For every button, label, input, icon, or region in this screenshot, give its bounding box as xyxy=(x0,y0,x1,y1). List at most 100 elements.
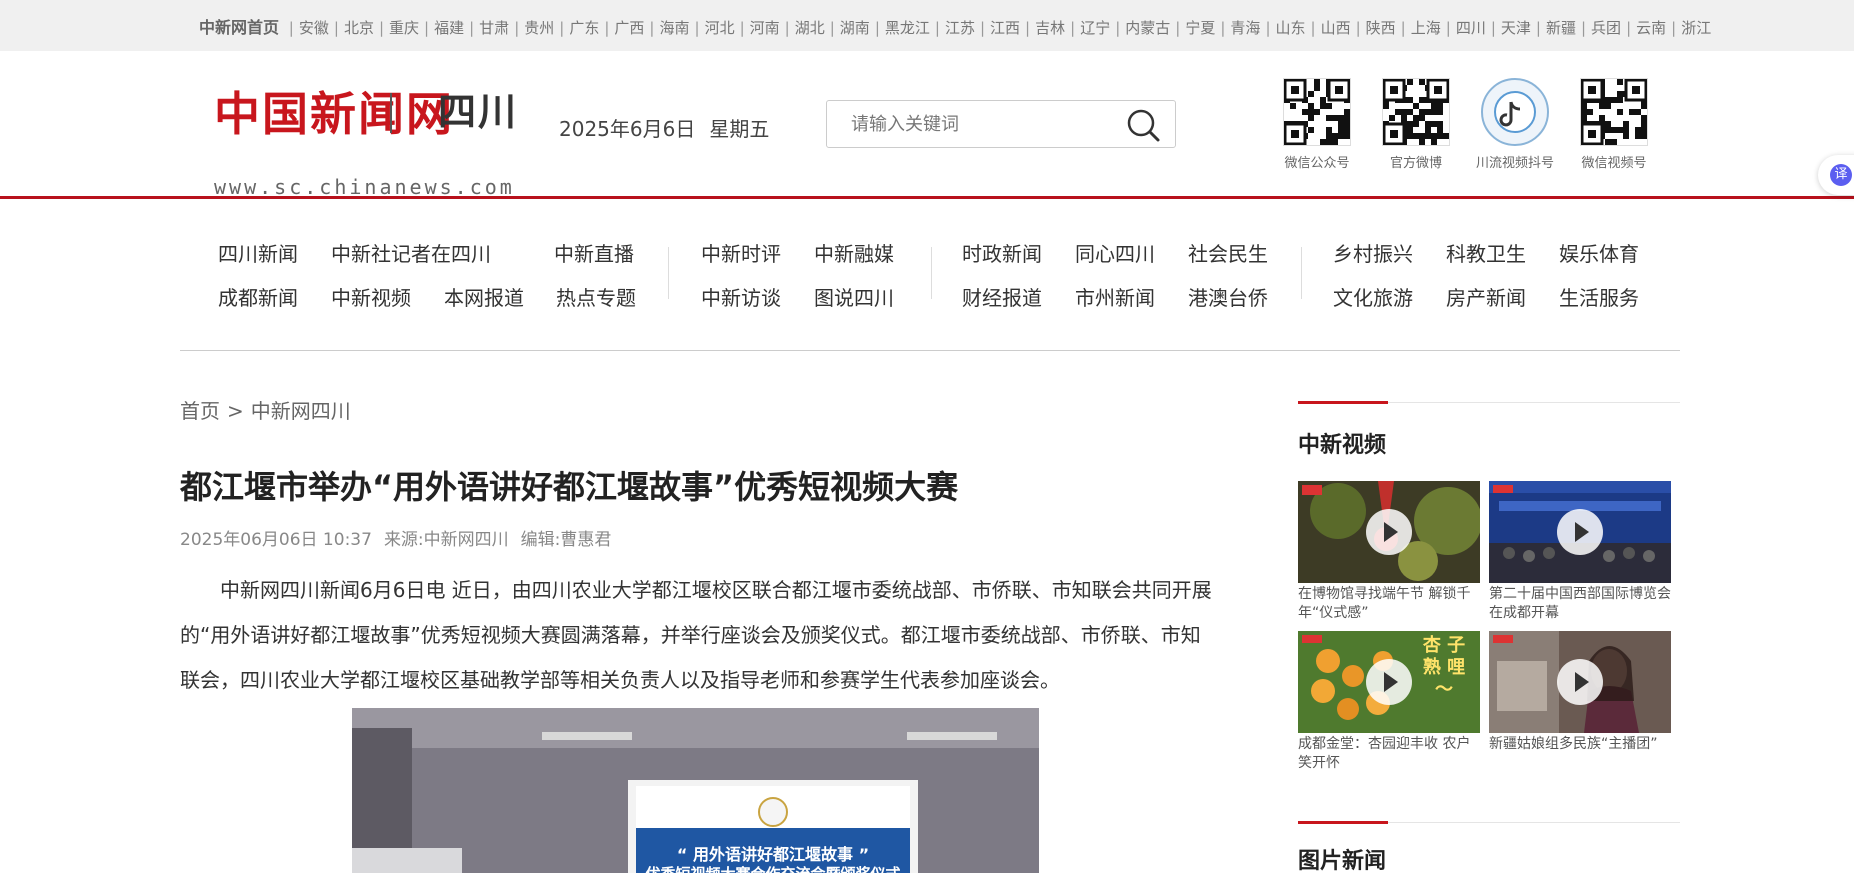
nav-item[interactable]: 文化旅游 xyxy=(1333,282,1413,311)
province-link[interactable]: 四川 xyxy=(1456,19,1486,37)
nav-item[interactable]: 中新时评 xyxy=(701,238,781,267)
douyin-logo-icon xyxy=(1481,78,1549,146)
nav-item[interactable]: 成都新闻 xyxy=(218,282,298,311)
publish-time: 2025年06月06日 10:37 xyxy=(180,530,372,550)
nav-item[interactable]: 社会民生 xyxy=(1188,238,1268,267)
nav-item[interactable]: 市州新闻 xyxy=(1075,282,1155,311)
province-link[interactable]: 河南 xyxy=(750,19,780,37)
province-link[interactable]: 青海 xyxy=(1230,19,1260,37)
nav-item[interactable]: 本网报道 xyxy=(444,282,524,311)
nav-item[interactable]: 中新社记者在四川 xyxy=(331,238,491,267)
video-section-title[interactable]: 中新视频 xyxy=(1298,427,1386,459)
nav-item[interactable]: 科教卫生 xyxy=(1446,238,1526,267)
qr-code-icon xyxy=(1382,78,1450,146)
province-link[interactable]: 湖北 xyxy=(795,19,825,37)
site-logo[interactable]: 中国新闻网 四川 www.sc.chinanews.com xyxy=(214,87,519,199)
province-link[interactable]: 贵州 xyxy=(524,19,554,37)
province-link[interactable]: 云南 xyxy=(1636,19,1666,37)
article-paragraph: 中新网四川新闻6月6日电 近日，由四川农业大学都江堰校区联合都江堰市委统战部、市… xyxy=(180,578,1212,692)
nav-item[interactable]: 图说四川 xyxy=(814,282,894,311)
photo-section-title[interactable]: 图片新闻 xyxy=(1298,843,1386,873)
province-link[interactable]: 重庆 xyxy=(389,19,419,37)
nav-item[interactable]: 房产新闻 xyxy=(1446,282,1526,311)
nav-item[interactable]: 财经报道 xyxy=(962,282,1042,311)
province-separator: | xyxy=(1355,19,1361,37)
province-separator: | xyxy=(1115,19,1121,37)
qr-douyin[interactable]: 川流视频抖号 xyxy=(1475,78,1555,171)
province-separator: | xyxy=(829,19,835,37)
nav-item[interactable]: 热点专题 xyxy=(556,282,636,311)
province-link[interactable]: 辽宁 xyxy=(1080,19,1110,37)
nav-divider-line xyxy=(180,350,1680,351)
province-link[interactable]: 甘肃 xyxy=(479,19,509,37)
video-card-apricot[interactable]: 杏 子 熟 哩 ～ 成都金堂：杏园迎丰收 农户笑开怀 xyxy=(1298,631,1480,775)
province-link[interactable]: 陕西 xyxy=(1366,19,1396,37)
nav-item[interactable]: 乡村振兴 xyxy=(1333,238,1413,267)
province-link[interactable]: 河北 xyxy=(705,19,735,37)
province-link[interactable]: 吉林 xyxy=(1035,19,1065,37)
nav-item[interactable]: 娱乐体育 xyxy=(1559,238,1639,267)
province-link[interactable]: 浙江 xyxy=(1681,19,1711,37)
province-separator: | xyxy=(469,19,475,37)
nav-group-divider xyxy=(1301,247,1302,299)
sidebar-video-section: 中新视频 在博物馆寻找端午节 解锁千年“仪式感” 第二十届中国西部国际博览会在成… xyxy=(1298,401,1680,792)
province-separator: | xyxy=(1490,19,1496,37)
video-card-dragon-boat[interactable]: 在博物馆寻找端午节 解锁千年“仪式感” xyxy=(1298,481,1480,625)
nav-item[interactable]: 中新直播 xyxy=(554,238,634,267)
province-link[interactable]: 江西 xyxy=(990,19,1020,37)
province-link[interactable]: 广西 xyxy=(614,19,644,37)
screen-line-1: “ 用外语讲好都江堰故事 ” xyxy=(676,845,870,864)
current-date: 2025年6月6日 星期五 xyxy=(559,113,769,142)
video-card-expo[interactable]: 第二十届中国西部国际博览会在成都开幕 xyxy=(1489,481,1671,625)
qr-wechat-channels[interactable]: 微信视频号 xyxy=(1574,78,1654,171)
province-link[interactable]: 江苏 xyxy=(945,19,975,37)
province-separator: | xyxy=(333,19,339,37)
province-separator: | xyxy=(739,19,745,37)
nav-item[interactable]: 时政新闻 xyxy=(962,238,1042,267)
province-link[interactable]: 湖南 xyxy=(840,19,870,37)
province-link[interactable]: 广东 xyxy=(569,19,599,37)
province-separator: | xyxy=(1580,19,1587,37)
nav-item[interactable]: 中新访谈 xyxy=(701,282,781,311)
province-link[interactable]: 内蒙古 xyxy=(1125,19,1170,37)
nav-item[interactable]: 中新融媒 xyxy=(814,238,894,267)
nav-item[interactable]: 四川新闻 xyxy=(218,238,298,267)
search-button[interactable] xyxy=(1125,107,1161,143)
province-separator: | xyxy=(1220,19,1226,37)
province-link[interactable]: 上海 xyxy=(1411,19,1441,37)
nav-item[interactable]: 港澳台侨 xyxy=(1188,282,1268,311)
province-link[interactable]: 海南 xyxy=(659,19,689,37)
province-separator: | xyxy=(559,19,565,37)
translate-button[interactable]: 译 xyxy=(1818,155,1854,195)
province-link[interactable]: 新疆 xyxy=(1546,19,1576,37)
qr-weibo[interactable]: 官方微博 xyxy=(1376,78,1456,171)
province-link[interactable]: 黑龙江 xyxy=(885,19,930,37)
province-separator: | xyxy=(1070,19,1076,37)
nav-item[interactable]: 生活服务 xyxy=(1559,282,1639,311)
video-thumbnail: 杏 子 熟 哩 ～ xyxy=(1298,631,1480,733)
nav-item[interactable]: 中新视频 xyxy=(331,282,411,311)
province-link[interactable]: 兵团 xyxy=(1591,19,1621,37)
video-card-xinjiang[interactable]: 新疆姑娘组多民族“主播团” xyxy=(1489,631,1671,775)
province-link[interactable]: 宁夏 xyxy=(1185,19,1215,37)
province-link[interactable]: 山东 xyxy=(1276,19,1306,37)
qr-wechat-official[interactable]: 微信公众号 xyxy=(1277,78,1357,171)
qr-code-icon xyxy=(1283,78,1351,146)
province-separator: | xyxy=(934,19,940,37)
breadcrumb-home[interactable]: 首页 xyxy=(180,399,220,423)
province-separator: | xyxy=(694,19,700,37)
province-link[interactable]: 福建 xyxy=(434,19,464,37)
weekday-text: 星期五 xyxy=(709,117,770,141)
video-section-header: 中新视频 xyxy=(1298,401,1680,462)
article-title: 都江堰市举办“用外语讲好都江堰故事”优秀短视频大赛 xyxy=(180,468,959,506)
province-link[interactable]: 安徽 xyxy=(299,19,329,37)
nav-group-divider xyxy=(931,247,932,299)
search-input[interactable] xyxy=(851,101,1111,147)
nav-item[interactable]: 同心四川 xyxy=(1075,238,1155,267)
province-link[interactable]: 北京 xyxy=(344,19,374,37)
province-link[interactable]: 山西 xyxy=(1321,19,1351,37)
breadcrumb-section[interactable]: 中新网四川 xyxy=(251,399,351,423)
video-caption: 成都金堂：杏园迎丰收 农户笑开怀 xyxy=(1298,736,1471,771)
province-link[interactable]: 天津 xyxy=(1501,19,1531,37)
chinanews-home-link[interactable]: 中新网首页 xyxy=(199,18,279,37)
